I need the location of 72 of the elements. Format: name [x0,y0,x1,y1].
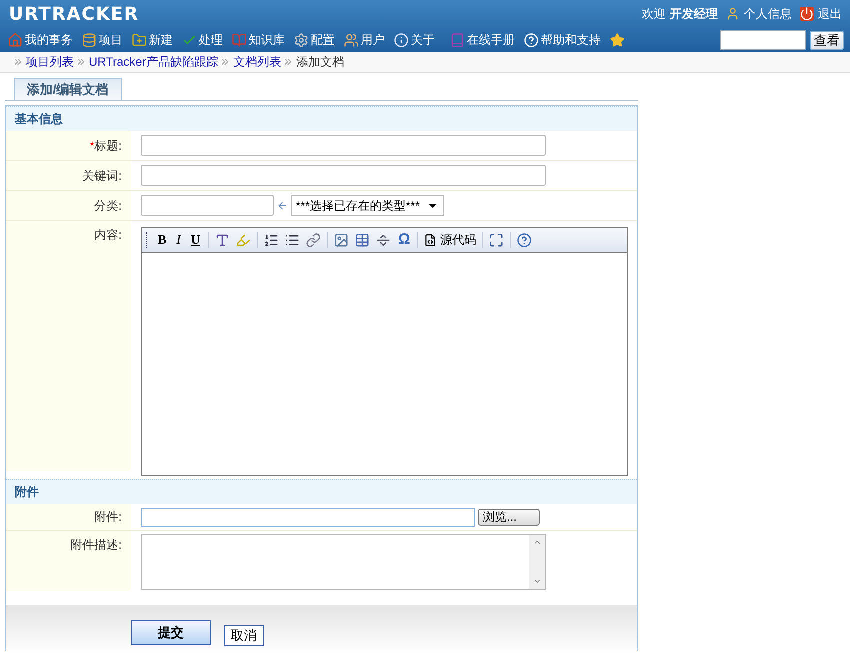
special-character-button[interactable]: Ω [394,228,414,252]
home-icon [8,32,23,48]
font-color-icon[interactable] [215,232,230,248]
logout-link[interactable]: 退出 [818,5,842,23]
help-icon [524,32,539,48]
underline-button[interactable]: U [186,230,206,250]
scroll-up-icon[interactable] [532,538,542,547]
book-icon [450,32,465,48]
star-icon[interactable] [610,32,625,48]
breadcrumb-link[interactable]: 文档列表 [233,53,282,71]
breadcrumb-link[interactable]: 项目列表 [26,53,74,71]
section-header: 附件 [6,479,637,504]
cancel-button[interactable]: 取消 [224,625,264,646]
nav-item[interactable]: 新建 [132,31,173,49]
link-icon[interactable] [306,232,322,248]
nav-item[interactable]: 用户 [344,31,385,49]
text-input[interactable] [141,165,546,186]
info-icon [394,32,409,48]
folder-plus-icon [132,32,147,48]
field-label: *标题: [90,138,122,154]
horizontal-rule-icon[interactable] [376,232,392,248]
field-label: 附件描述: [70,537,122,554]
profile-link[interactable]: 个人信息 [744,5,792,23]
bullet-list-icon[interactable] [285,232,300,248]
browse-button[interactable]: 浏览... [478,508,540,526]
nav-item[interactable]: 关于 [394,31,435,49]
power-icon [800,7,814,21]
submit-button[interactable]: 提交 [131,620,211,645]
database-icon [82,32,97,48]
nav-item[interactable]: 帮助和支持 [524,31,601,49]
nav-item[interactable]: 处理 [182,31,223,49]
source-code-button[interactable]: 源代码 [421,231,480,249]
nav-item[interactable]: 在线手册 [450,31,515,49]
nav-item[interactable]: 知识库 [232,31,285,49]
category-select[interactable]: ***选择已存在的类型*** [291,195,444,216]
double-chevron-icon [285,59,292,65]
nav-item[interactable]: 我的事务 [8,31,73,49]
logo: URTRACKER [9,2,140,26]
table-icon[interactable] [355,232,370,248]
italic-button[interactable]: I [172,230,186,250]
field-label: 内容: [94,227,122,244]
file-path-input[interactable] [141,508,475,526]
scroll-down-icon[interactable] [532,577,542,586]
welcome-text: 欢迎 [642,6,666,23]
user-name: 开发经理 [670,6,718,23]
numbered-list-icon[interactable] [264,232,280,248]
field-label: 关键词: [82,168,122,184]
category-input[interactable] [141,195,274,216]
bold-button[interactable]: B [153,230,172,250]
scrollbar[interactable] [529,535,545,589]
breadcrumb-current: 添加文档 [296,54,344,71]
double-chevron-icon [222,59,230,65]
maximize-icon[interactable] [489,232,504,248]
image-icon[interactable] [334,232,350,248]
breadcrumb-link[interactable]: URTracker产品缺陷跟踪 [89,53,218,71]
search-input[interactable] [720,30,806,50]
text-input[interactable] [141,135,546,156]
user-icon [726,7,740,21]
double-chevron-icon [15,59,22,65]
document-icon [424,234,438,246]
double-chevron-icon [78,59,85,65]
nav-item[interactable]: 配置 [294,31,335,49]
field-label: 分类: [94,198,122,214]
field-label: 附件: [94,509,122,526]
description-textarea[interactable] [141,534,546,590]
gear-icon [294,32,309,48]
search-button[interactable]: 查看 [810,30,844,50]
nav-item[interactable]: 项目 [82,31,123,49]
users-icon [344,32,359,48]
tab[interactable]: 添加/编辑文档 [14,78,122,100]
section-header: 基本信息 [6,106,637,131]
help-icon[interactable] [517,232,532,248]
